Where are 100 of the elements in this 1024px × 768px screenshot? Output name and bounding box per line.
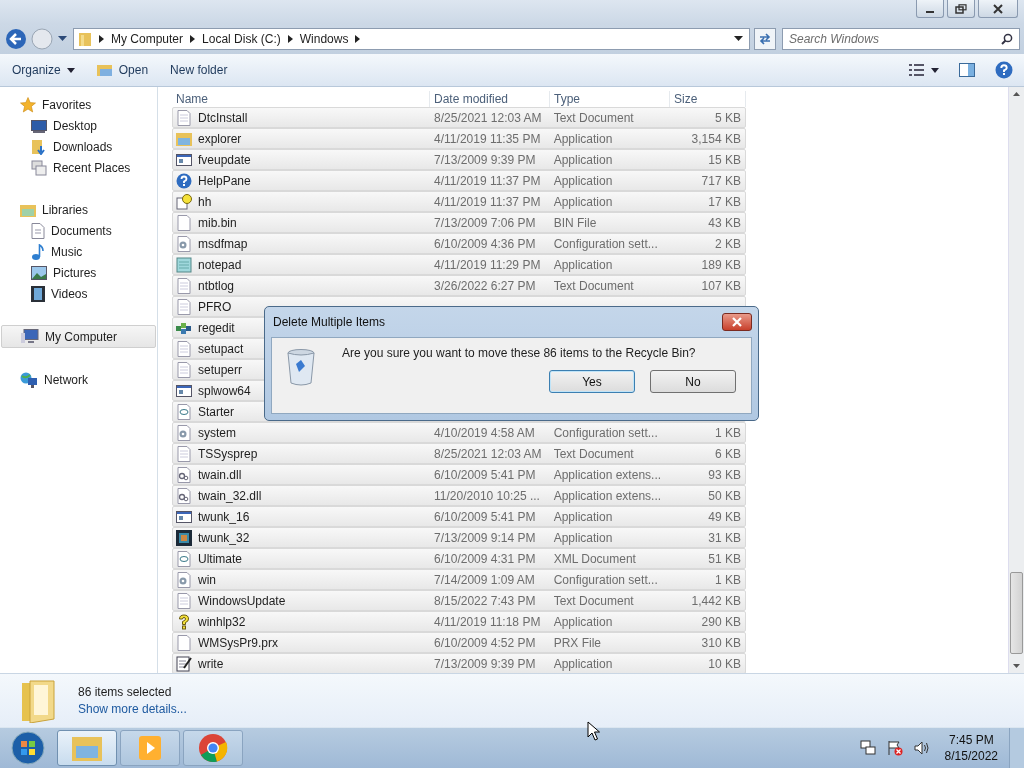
file-name: explorer xyxy=(198,131,242,146)
file-row[interactable]: WindowsUpdate 8/15/2022 7:43 PM Text Document 1,442 KB xyxy=(172,590,746,611)
file-row[interactable]: msdfmap 6/10/2009 4:36 PM Configuration sett... 2 KB xyxy=(172,233,746,254)
file-size: 17 KB xyxy=(707,194,742,209)
scroll-down-icon[interactable] xyxy=(1013,664,1020,668)
toolbar-button[interactable]: Open xyxy=(92,59,153,81)
minimize-button[interactable] xyxy=(916,0,944,18)
toolbar-button[interactable]: Organize xyxy=(8,59,79,81)
sidebar-item[interactable]: My Computer xyxy=(1,325,156,348)
taskbar-button[interactable] xyxy=(183,730,243,766)
search-field[interactable]: Search Windows xyxy=(782,28,1020,50)
scroll-thumb[interactable] xyxy=(1010,572,1023,654)
file-type: Configuration sett... xyxy=(552,572,659,587)
file-size: 6 KB xyxy=(713,446,742,461)
restore-button[interactable] xyxy=(947,0,975,18)
folder-icon xyxy=(78,31,92,47)
file-type: PRX File xyxy=(552,635,602,650)
app-icon xyxy=(176,529,192,546)
close-icon xyxy=(731,317,743,327)
date-modified: 8/15/2022 7:43 PM xyxy=(433,593,537,608)
dialog-message: Are you sure you want to move these 86 items to the Recycle Bin? xyxy=(342,346,697,360)
monitor-icon xyxy=(31,118,47,133)
file-row[interactable]: TSSysprep 8/25/2021 12:03 AM Text Document 6 KB xyxy=(172,443,746,464)
file-row[interactable]: twunk_16 6/10/2009 5:41 PM Application 49 KB xyxy=(172,506,746,527)
flag-icon[interactable] xyxy=(886,740,903,756)
scrollbar[interactable] xyxy=(1008,87,1024,673)
show-more-details-link[interactable]: Show more details... xyxy=(78,702,187,716)
date-modified: 6/10/2009 4:36 PM xyxy=(433,236,537,251)
sidebar-item[interactable]: Desktop xyxy=(0,115,157,136)
file-name: twain.dll xyxy=(198,467,242,482)
sidebar-item[interactable]: Music xyxy=(0,241,157,262)
file-row[interactable]: WMSysPr9.prx 6/10/2009 4:52 PM PRX File 310 KB xyxy=(172,632,746,653)
sidebar-item[interactable]: Downloads xyxy=(0,136,157,157)
clock-date[interactable]: 8/15/2022 xyxy=(944,748,998,764)
dialog-button[interactable]: No xyxy=(650,370,736,393)
clock-time[interactable]: 7:45 PM xyxy=(948,732,994,748)
breadcrumb[interactable]: My Computer xyxy=(111,32,184,46)
file-row[interactable]: Ultimate 6/10/2009 4:31 PM XML Document 51 KB xyxy=(172,548,746,569)
file-name: twunk_32 xyxy=(198,530,250,545)
date-modified: 7/13/2009 7:06 PM xyxy=(433,215,537,230)
close-icon xyxy=(992,3,1004,14)
back-button[interactable] xyxy=(4,27,28,51)
sidebar-item[interactable]: Libraries xyxy=(0,199,157,220)
date-modified: 8/25/2021 12:03 AM xyxy=(433,446,543,461)
gear-file-icon xyxy=(176,235,192,252)
speaker-icon[interactable] xyxy=(913,740,930,756)
file-row[interactable]: hh 4/11/2019 11:37 PM Application 17 KB xyxy=(172,191,746,212)
file-name: write xyxy=(198,656,224,671)
file-type: Application xyxy=(552,614,614,629)
sidebar-item[interactable]: Favorites xyxy=(0,94,157,115)
file-row[interactable]: system 4/10/2019 4:58 AM Configuration sett... 1 KB xyxy=(172,422,746,443)
sidebar-item[interactable]: Network xyxy=(0,369,157,390)
file-row[interactable]: explorer 4/11/2019 11:35 PM Application 3,154 KB xyxy=(172,128,746,149)
text-file-icon xyxy=(176,298,192,315)
address-bar[interactable]: My Computer Local Disk (C:) Windows xyxy=(73,28,750,50)
sidebar-item[interactable]: Videos xyxy=(0,283,157,304)
file-row[interactable]: twunk_32 7/13/2009 9:14 PM Application 31 KB xyxy=(172,527,746,548)
file-type: Application xyxy=(552,530,614,545)
file-size: 93 KB xyxy=(707,467,742,482)
file-row[interactable]: fveupdate 7/13/2009 9:39 PM Application 15 KB xyxy=(172,149,746,170)
file-row[interactable]: mib.bin 7/13/2009 7:06 PM BIN File 43 KB xyxy=(172,212,746,233)
file-row[interactable]: twain.dll 6/10/2009 5:41 PM Application extens... 93 KB xyxy=(172,464,746,485)
date-modified: 4/11/2019 11:37 PM xyxy=(433,194,542,209)
file-type: Application xyxy=(552,509,614,524)
close-button[interactable] xyxy=(978,0,1018,18)
file-size: 717 KB xyxy=(700,173,742,188)
file-row[interactable]: win 7/14/2009 1:09 AM Configuration sett... 1 KB xyxy=(172,569,746,590)
sidebar-item[interactable]: Pictures xyxy=(0,262,157,283)
file-row[interactable]: twain_32.dll 11/20/2010 10:25 ... Application extens... 50 KB xyxy=(172,485,746,506)
file-row[interactable]: HelpPane 4/11/2019 11:37 PM Application 717 KB xyxy=(172,170,746,191)
breadcrumb[interactable]: Windows xyxy=(299,32,349,46)
dropdown-icon[interactable] xyxy=(734,36,743,42)
music-note-icon xyxy=(31,243,45,260)
picture-icon xyxy=(31,265,47,280)
file-type: Application xyxy=(552,257,614,272)
taskbar-button[interactable] xyxy=(57,730,117,766)
preview-pane-button[interactable] xyxy=(956,60,978,80)
toolbar-button[interactable]: New folder xyxy=(166,59,232,81)
minimize-icon xyxy=(926,10,934,13)
dialog-button[interactable]: Yes xyxy=(549,370,635,393)
file-type: Application xyxy=(552,152,614,167)
file-row[interactable]: write 7/13/2009 9:39 PM Application 10 KB xyxy=(172,653,746,674)
refresh-button[interactable] xyxy=(754,28,776,50)
help-file-icon xyxy=(176,193,192,210)
preview-pane-icon xyxy=(959,63,975,77)
network-status-icon[interactable] xyxy=(859,740,876,756)
file-size: 31 KB xyxy=(707,530,742,545)
file-row[interactable]: DtcInstall 8/25/2021 12:03 AM Text Document 5 KB xyxy=(172,107,746,128)
scroll-up-icon[interactable] xyxy=(1013,92,1020,96)
file-size: 2 KB xyxy=(713,236,742,251)
breadcrumb[interactable]: Local Disk (C:) xyxy=(202,32,281,46)
file-row[interactable]: winhlp32 4/11/2019 11:18 PM Application 290 KB xyxy=(172,611,746,632)
sidebar-item[interactable]: Documents xyxy=(0,220,157,241)
file-row[interactable]: notepad 4/11/2019 11:29 PM Application 189 KB xyxy=(172,254,746,275)
history-dropdown-icon[interactable] xyxy=(58,36,67,42)
close-button[interactable] xyxy=(722,313,752,331)
sidebar-item[interactable]: Recent Places xyxy=(0,157,157,178)
folder-icon xyxy=(71,734,103,762)
view-options-button[interactable] xyxy=(906,61,942,79)
file-row[interactable]: ntbtlog 3/26/2022 6:27 PM Text Document 107 KB xyxy=(172,275,746,296)
